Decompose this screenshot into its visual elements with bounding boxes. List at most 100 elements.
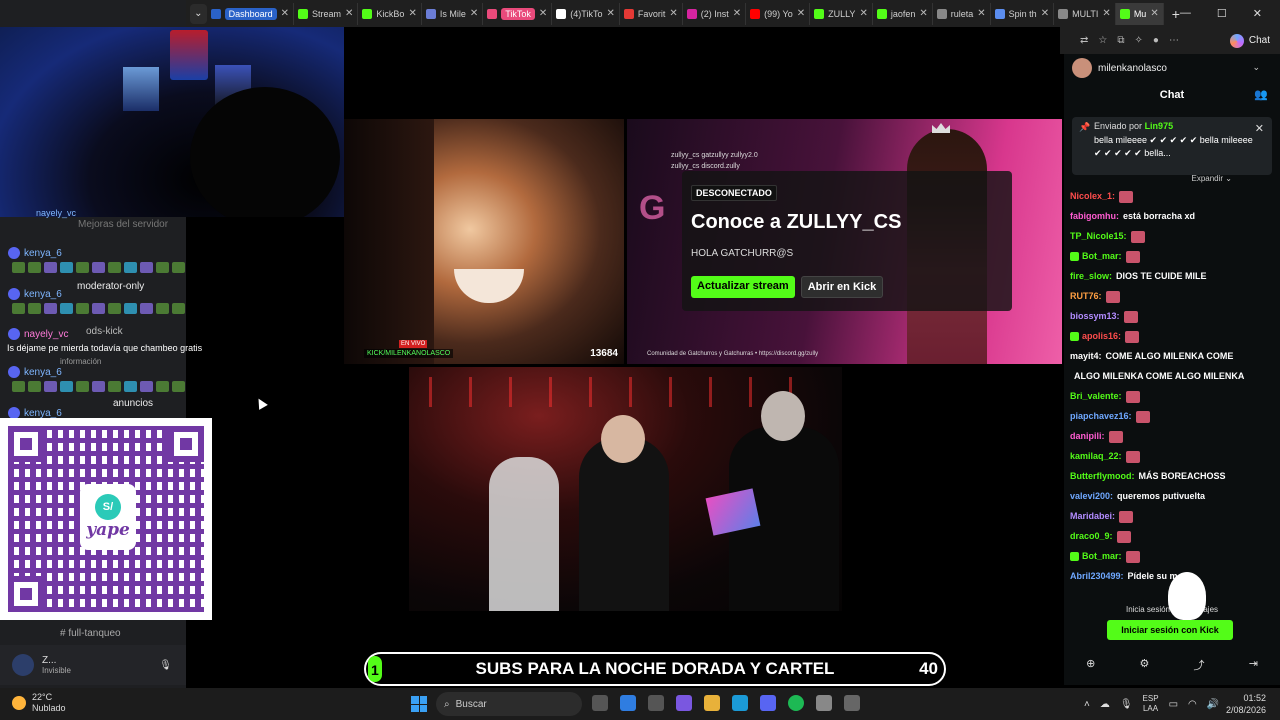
- chat-username[interactable]: Bot_mar:: [1082, 251, 1122, 261]
- file-explorer-icon[interactable]: [704, 695, 720, 711]
- open-in-kick-button[interactable]: Abrir en Kick: [800, 276, 884, 298]
- chat-username[interactable]: Bot_mar:: [1082, 551, 1122, 561]
- more-menu-icon[interactable]: ⋯: [1169, 35, 1179, 46]
- browser-tab[interactable]: (99) Yo ✕: [746, 2, 811, 25]
- refresh-stream-button[interactable]: Actualizar stream: [691, 276, 795, 298]
- chat-username[interactable]: fire_slow:: [1070, 271, 1112, 281]
- weather-widget[interactable]: 22°C Nublado: [12, 692, 66, 714]
- tab-close-icon[interactable]: ✕: [281, 8, 289, 19]
- chat-username[interactable]: Nicolex_1:: [1070, 191, 1115, 201]
- bookmark-star-icon[interactable]: ☆: [1098, 35, 1107, 46]
- tab-close-icon[interactable]: ✕: [1150, 8, 1158, 19]
- discord-user-row[interactable]: kenya_6: [8, 247, 62, 259]
- discord-user-row[interactable]: nayely_vc: [8, 328, 68, 340]
- browser-tab[interactable]: MULTI ✕: [1054, 2, 1116, 25]
- browser-tab[interactable]: (2) Inst ✕: [683, 2, 747, 25]
- app-icon[interactable]: [844, 695, 860, 711]
- chevron-up-icon[interactable]: ˄: [1084, 699, 1090, 710]
- chat-username[interactable]: apolis16:: [1082, 331, 1121, 341]
- volume-icon[interactable]: 🔊: [1207, 699, 1219, 710]
- channel-full-tanqueo[interactable]: # full-tanqueo: [60, 628, 121, 639]
- chat-username[interactable]: kamilaq_22:: [1070, 451, 1122, 461]
- chat-username[interactable]: Butterflymood:: [1070, 471, 1135, 481]
- system-clock[interactable]: 01:52 2/08/2026: [1226, 692, 1266, 716]
- chat-username[interactable]: Abril230499:: [1070, 571, 1124, 581]
- notes-app-icon[interactable]: [620, 695, 636, 711]
- favorites-icon[interactable]: ✧: [1135, 35, 1143, 46]
- copilot-chat-button[interactable]: Chat: [1229, 33, 1270, 48]
- maximize-icon[interactable]: ☐: [1217, 7, 1227, 20]
- chat-username[interactable]: Maridabei:: [1070, 511, 1115, 521]
- channel-mods-kick[interactable]: ods-kick: [86, 326, 123, 337]
- discord-user-row[interactable]: kenya_6: [8, 288, 62, 300]
- tab-close-icon[interactable]: ✕: [859, 8, 867, 19]
- taskbar-search[interactable]: ⌕ Buscar: [436, 692, 582, 716]
- tab-close-icon[interactable]: ✕: [1102, 8, 1110, 19]
- chat-username[interactable]: RUT76:: [1070, 291, 1102, 301]
- display-icon[interactable]: ▭: [1169, 699, 1178, 710]
- discord-user-row[interactable]: nayely_vc: [36, 208, 76, 218]
- tab-close-icon[interactable]: ✕: [1041, 8, 1049, 19]
- users-icon[interactable]: 👥: [1254, 88, 1268, 101]
- chat-username[interactable]: valevi200:: [1070, 491, 1113, 501]
- edge-icon[interactable]: [732, 695, 748, 711]
- expand-button[interactable]: Expandir ⌄: [1192, 174, 1233, 183]
- copilot-app-icon[interactable]: [676, 695, 692, 711]
- microphone-icon[interactable]: 🎙: [1120, 699, 1133, 710]
- profile-avatar-icon[interactable]: ●: [1153, 35, 1159, 46]
- browser-tab[interactable]: (4)TikTo ✕: [552, 2, 620, 25]
- language-indicator[interactable]: ESP LAA: [1143, 694, 1159, 714]
- browser-tab[interactable]: TikTok ✕: [483, 2, 553, 25]
- settings-gear-icon[interactable]: ⚙: [1139, 657, 1149, 673]
- microphone-icon[interactable]: 🎙: [159, 660, 172, 671]
- browser-tab[interactable]: Mu ✕: [1115, 2, 1164, 25]
- chat-username[interactable]: TP_Nicole15:: [1070, 231, 1127, 241]
- browser-tab[interactable]: ZULLY ✕: [810, 2, 873, 25]
- browser-tab[interactable]: Stream ✕: [294, 2, 359, 25]
- minimize-icon[interactable]: —: [1180, 7, 1191, 20]
- tab-close-icon[interactable]: ✕: [470, 8, 478, 19]
- task-view-icon[interactable]: [592, 695, 608, 711]
- browser-tab[interactable]: KickBo ✕: [358, 2, 422, 25]
- chat-username[interactable]: draco0_9:: [1070, 531, 1113, 541]
- chevron-down-icon[interactable]: ⌄: [1252, 62, 1260, 73]
- translate-icon[interactable]: ⇄: [1080, 35, 1088, 46]
- chat-username[interactable]: fabigomhu:: [1070, 211, 1119, 221]
- tab-close-icon[interactable]: ✕: [345, 8, 353, 19]
- chat-username[interactable]: mayit4:: [1070, 351, 1102, 361]
- tab-close-icon[interactable]: ✕: [919, 8, 927, 19]
- tab-close-icon[interactable]: ✕: [606, 8, 614, 19]
- discord-user-panel[interactable]: Z... Invisible 🎙: [0, 645, 186, 685]
- channel-selector[interactable]: milenkanolasco: [1072, 58, 1167, 78]
- browser-tab[interactable]: jaofen ✕: [873, 2, 933, 25]
- tab-close-icon[interactable]: ✕: [733, 8, 741, 19]
- browser-tab[interactable]: Is Mile ✕: [422, 2, 484, 25]
- chat-username[interactable]: danipili:: [1070, 431, 1105, 441]
- chat-username[interactable]: piapchavez16:: [1070, 411, 1132, 421]
- browser-tab[interactable]: ruleta ✕: [933, 2, 991, 25]
- browser-tab[interactable]: Favorit ✕: [620, 2, 683, 25]
- wifi-icon[interactable]: ◠: [1188, 699, 1197, 710]
- tab-search-chevron-icon[interactable]: ⌄: [190, 3, 207, 24]
- extensions-icon[interactable]: ⧉: [1117, 35, 1124, 46]
- tab-close-icon[interactable]: ✕: [977, 8, 985, 19]
- chat-username[interactable]: Bri_valente:: [1070, 391, 1122, 401]
- onedrive-icon[interactable]: ☁: [1100, 699, 1110, 710]
- tab-close-icon[interactable]: ✕: [539, 8, 547, 19]
- stream-tile-club[interactable]: [409, 367, 842, 611]
- spotify-icon[interactable]: [788, 695, 804, 711]
- close-icon[interactable]: ✕: [1255, 122, 1264, 135]
- store-icon[interactable]: [648, 695, 664, 711]
- channel-mejoras[interactable]: Mejoras del servidor: [78, 219, 168, 230]
- discord-user-row[interactable]: kenya_6: [8, 366, 62, 378]
- chat-username[interactable]: biossym13:: [1070, 311, 1120, 321]
- tab-close-icon[interactable]: ✕: [797, 8, 805, 19]
- category-informacion[interactable]: información: [60, 357, 101, 366]
- new-tab-plus-icon[interactable]: +: [1172, 6, 1180, 22]
- channel-moderator-only[interactable]: moderator-only: [77, 281, 144, 292]
- windows-start-icon[interactable]: [411, 696, 427, 712]
- browser-tab[interactable]: Spin th ✕: [991, 2, 1055, 25]
- stream-tile-milenka[interactable]: EN VIVO KICK/MILENKANOLASCO 13684: [344, 119, 624, 364]
- add-user-icon[interactable]: ⊕: [1086, 657, 1095, 673]
- close-window-icon[interactable]: ✕: [1253, 7, 1262, 20]
